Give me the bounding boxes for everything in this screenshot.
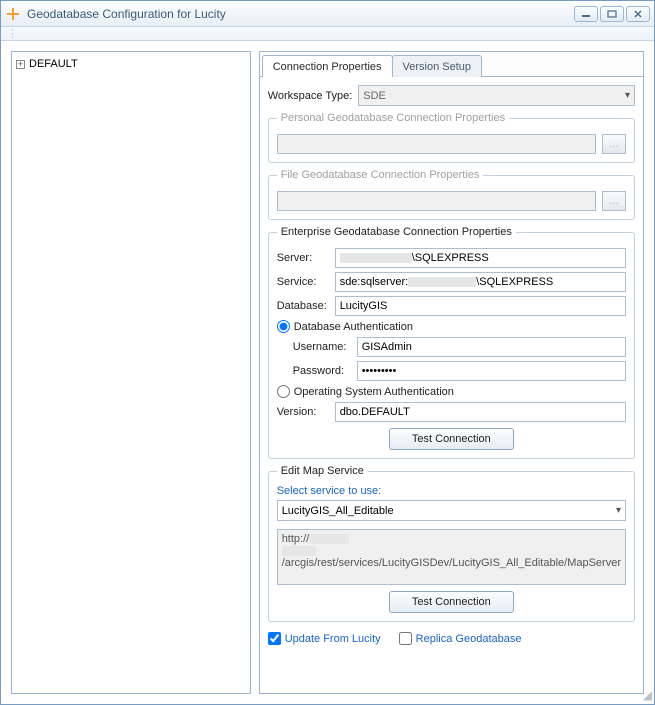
service-select-value: LucityGIS_All_Editable	[282, 505, 394, 517]
personal-gdb-legend: Personal Geodatabase Connection Properti…	[277, 112, 509, 124]
window-buttons	[574, 6, 650, 22]
file-gdb-group: File Geodatabase Connection Properties .…	[268, 169, 635, 220]
username-label: Username:	[293, 341, 351, 353]
titlebar: Geodatabase Configuration for Lucity	[1, 1, 654, 27]
enterprise-gdb-legend: Enterprise Geodatabase Connection Proper…	[277, 226, 516, 238]
os-auth-radio[interactable]	[277, 385, 290, 398]
personal-gdb-browse-button: ...	[602, 134, 626, 154]
tab-strip: Connection Properties Version Setup	[262, 54, 643, 76]
resize-grip-icon[interactable]: ◢	[643, 688, 652, 702]
enterprise-test-connection-button[interactable]: Test Connection	[389, 428, 514, 450]
db-auth-radio[interactable]	[277, 320, 290, 333]
chevron-down-icon: ▾	[616, 505, 621, 516]
workspace-type-value: SDE	[363, 90, 386, 102]
app-icon	[5, 6, 21, 22]
os-auth-label: Operating System Authentication	[294, 386, 454, 398]
maximize-button[interactable]	[600, 6, 624, 22]
minimize-button[interactable]	[574, 6, 598, 22]
tab-connection-properties[interactable]: Connection Properties	[262, 55, 393, 77]
window-title: Geodatabase Configuration for Lucity	[27, 7, 574, 21]
file-gdb-path-input	[277, 191, 596, 211]
version-label: Version:	[277, 406, 329, 418]
username-input[interactable]	[357, 337, 626, 357]
main-body: + DEFAULT Connection Properties Version …	[1, 41, 654, 704]
password-label: Password:	[293, 365, 351, 377]
version-input[interactable]	[335, 402, 626, 422]
service-label: Service:	[277, 276, 329, 288]
chevron-down-icon: ▾	[625, 90, 630, 101]
service-input[interactable]: sde:sqlserver:\SQLEXPRESS	[335, 272, 626, 292]
update-from-lucity-option[interactable]: Update From Lucity	[268, 632, 381, 645]
edit-map-service-legend: Edit Map Service	[277, 465, 368, 477]
close-button[interactable]	[626, 6, 650, 22]
tab-version-setup[interactable]: Version Setup	[392, 55, 483, 77]
server-label: Server:	[277, 252, 329, 264]
expand-icon[interactable]: +	[16, 60, 25, 69]
service-select[interactable]: LucityGIS_All_Editable ▾	[277, 500, 626, 521]
edit-map-service-group: Edit Map Service Select service to use: …	[268, 465, 635, 622]
tree-panel[interactable]: + DEFAULT	[11, 51, 251, 694]
password-input[interactable]	[357, 361, 626, 381]
replica-gdb-option[interactable]: Replica Geodatabase	[399, 632, 522, 645]
select-service-label: Select service to use:	[277, 485, 626, 497]
right-pane: Connection Properties Version Setup Work…	[259, 51, 644, 694]
mapservice-test-connection-button[interactable]: Test Connection	[389, 591, 514, 613]
file-gdb-browse-button: ...	[602, 191, 626, 211]
app-window: Geodatabase Configuration for Lucity ⋮ +…	[0, 0, 655, 705]
workspace-type-row: Workspace Type: SDE ▾	[268, 85, 635, 106]
update-from-lucity-checkbox[interactable]	[268, 632, 281, 645]
tree-root-label: DEFAULT	[29, 58, 78, 70]
toolbar-grip-icon: ⋮	[7, 27, 19, 40]
toolbar: ⋮	[1, 27, 654, 41]
database-input[interactable]	[335, 296, 626, 316]
personal-gdb-group: Personal Geodatabase Connection Properti…	[268, 112, 635, 163]
replica-gdb-label: Replica Geodatabase	[416, 633, 522, 645]
bottom-options-row: Update From Lucity Replica Geodatabase	[268, 632, 635, 645]
database-label: Database:	[277, 300, 329, 312]
personal-gdb-path-input	[277, 134, 596, 154]
connection-tabpage: Workspace Type: SDE ▾ Personal Geodataba…	[260, 76, 643, 693]
tree-root-row[interactable]: + DEFAULT	[16, 58, 246, 70]
server-input[interactable]: \SQLEXPRESS	[335, 248, 626, 268]
db-auth-label: Database Authentication	[294, 321, 413, 333]
service-url-display: http:// /arcgis/rest/services/LucityGISD…	[277, 529, 626, 585]
replica-gdb-checkbox[interactable]	[399, 632, 412, 645]
workspace-type-select[interactable]: SDE ▾	[358, 85, 635, 106]
workspace-type-label: Workspace Type:	[268, 90, 353, 102]
update-from-lucity-label: Update From Lucity	[285, 633, 381, 645]
enterprise-gdb-group: Enterprise Geodatabase Connection Proper…	[268, 226, 635, 459]
file-gdb-legend: File Geodatabase Connection Properties	[277, 169, 484, 181]
